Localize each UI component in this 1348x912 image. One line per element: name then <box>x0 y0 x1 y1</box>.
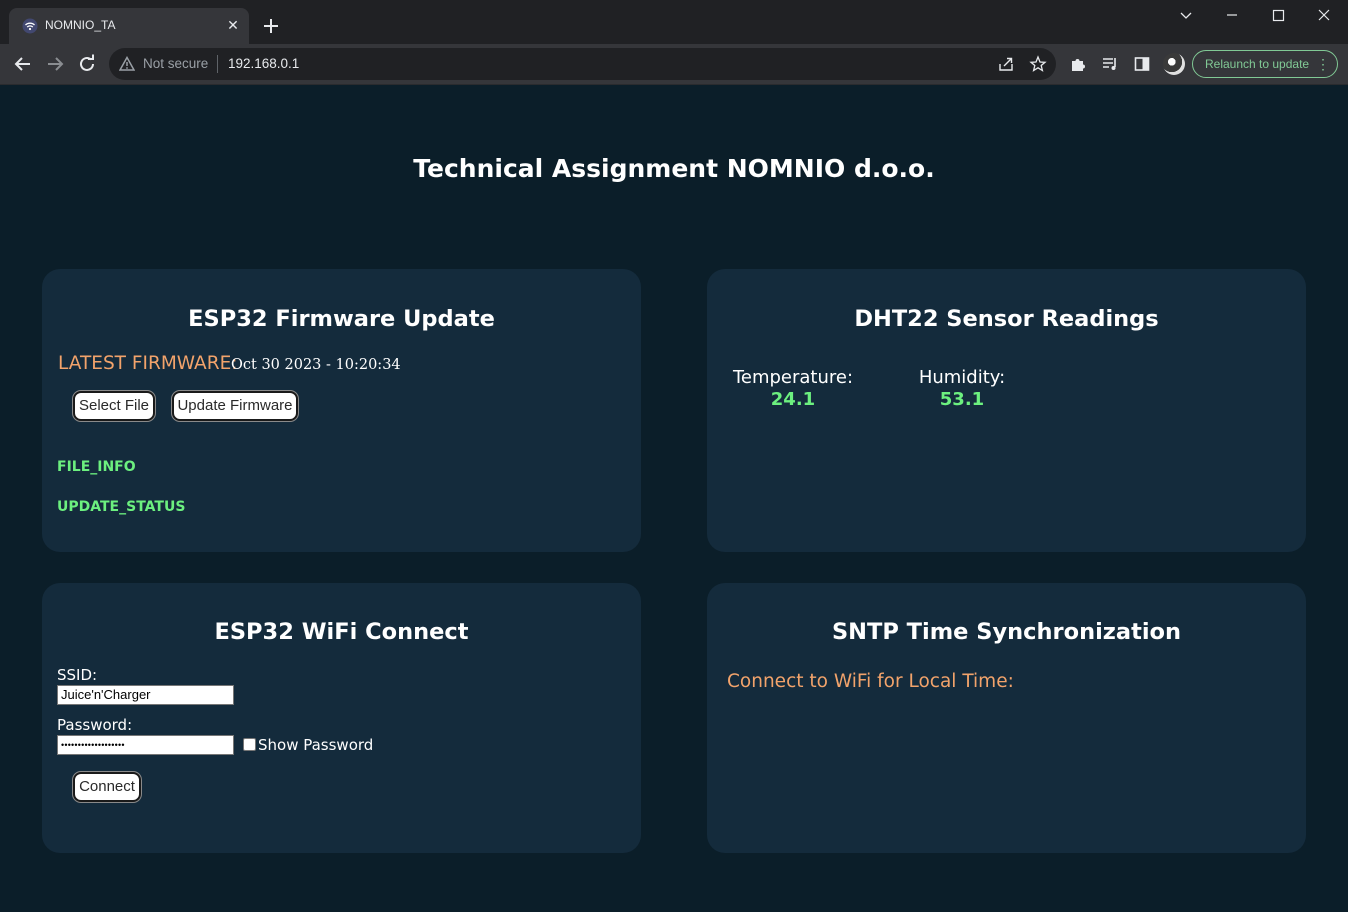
security-status[interactable]: Not secure <box>143 56 208 71</box>
extensions-puzzle-icon[interactable] <box>1069 55 1087 73</box>
more-menu-icon[interactable]: ⋮ <box>1316 51 1330 77</box>
sensor-card-title: DHT22 Sensor Readings <box>854 306 1159 332</box>
window-close-icon[interactable] <box>1301 4 1347 28</box>
back-arrow-icon[interactable] <box>11 52 35 76</box>
sntp-card-title: SNTP Time Synchronization <box>831 619 1182 645</box>
page-title: Technical Assignment NOMNIO d.o.o. <box>413 154 935 183</box>
browser-tab[interactable]: NOMNIO_TA ✕ <box>9 8 249 44</box>
temperature-value: 24.1 <box>770 389 816 410</box>
show-password-label[interactable]: Show Password <box>258 736 373 754</box>
relaunch-label: Relaunch to update <box>1205 57 1310 71</box>
sntp-sync-card: SNTP Time Synchronization Connect to WiF… <box>707 583 1306 853</box>
share-icon[interactable] <box>997 55 1015 73</box>
wifi-card-title: ESP32 WiFi Connect <box>214 619 469 645</box>
ssid-label: SSID: <box>57 666 98 684</box>
media-queue-icon[interactable] <box>1101 55 1119 73</box>
minimize-icon[interactable] <box>1209 4 1255 28</box>
update-status-text: UPDATE_STATUS <box>57 499 186 515</box>
firmware-update-card: ESP32 Firmware Update LATEST FIRMWARE: O… <box>42 269 641 552</box>
maximize-icon[interactable] <box>1255 4 1301 28</box>
humidity-value: 53.1 <box>939 389 985 410</box>
temperature-block: Temperature: 24.1 <box>732 367 854 410</box>
update-firmware-button[interactable]: Update Firmware <box>172 391 298 421</box>
latest-firmware-value: Oct 30 2023 - 10:20:34 <box>231 357 401 373</box>
temperature-label: Temperature: <box>732 367 854 388</box>
omnibox-divider <box>217 55 218 73</box>
select-file-button[interactable]: Select File <box>73 391 155 421</box>
tab-search-chevron-icon[interactable] <box>1163 4 1209 28</box>
forward-arrow-icon[interactable] <box>43 52 67 76</box>
sensor-readings-card: DHT22 Sensor Readings Temperature: 24.1 … <box>707 269 1306 552</box>
humidity-block: Humidity: 53.1 <box>912 367 1012 410</box>
star-icon[interactable] <box>1029 55 1047 73</box>
firmware-card-title: ESP32 Firmware Update <box>188 306 495 332</box>
wifi-icon <box>22 18 38 34</box>
ssid-field[interactable]: Juice'n'Charger <box>57 685 234 705</box>
file-info-text: FILE_INFO <box>57 459 136 475</box>
humidity-label: Humidity: <box>918 367 1006 388</box>
side-panel-icon[interactable] <box>1133 55 1151 73</box>
url-text[interactable]: 192.168.0.1 <box>228 56 299 71</box>
latest-firmware-label: LATEST FIRMWARE: <box>58 353 238 374</box>
relaunch-to-update-button[interactable]: Relaunch to update ⋮ <box>1192 50 1338 78</box>
sntp-message: Connect to WiFi for Local Time: <box>727 671 1014 692</box>
reload-icon[interactable] <box>75 52 99 76</box>
browser-toolbar: Not secure 192.168.0.1 Relaunch to updat… <box>0 44 1348 85</box>
password-label: Password: <box>57 716 133 734</box>
connect-button[interactable]: Connect <box>73 772 141 802</box>
show-password-checkbox[interactable] <box>243 738 256 751</box>
browser-tabstrip: NOMNIO_TA ✕ <box>0 0 1348 44</box>
password-field[interactable]: ••••••••••••••••••• <box>57 735 234 755</box>
address-bar[interactable]: Not secure 192.168.0.1 <box>109 48 1056 80</box>
wifi-connect-card: ESP32 WiFi Connect SSID: Juice'n'Charger… <box>42 583 641 853</box>
tab-title: NOMNIO_TA <box>45 18 116 32</box>
warning-triangle-icon[interactable] <box>119 56 135 72</box>
profile-avatar[interactable] <box>1163 53 1185 75</box>
close-icon[interactable]: ✕ <box>223 16 243 36</box>
page-body: Technical Assignment NOMNIO d.o.o. ESP32… <box>0 86 1348 912</box>
new-tab-plus-icon[interactable] <box>259 14 283 38</box>
